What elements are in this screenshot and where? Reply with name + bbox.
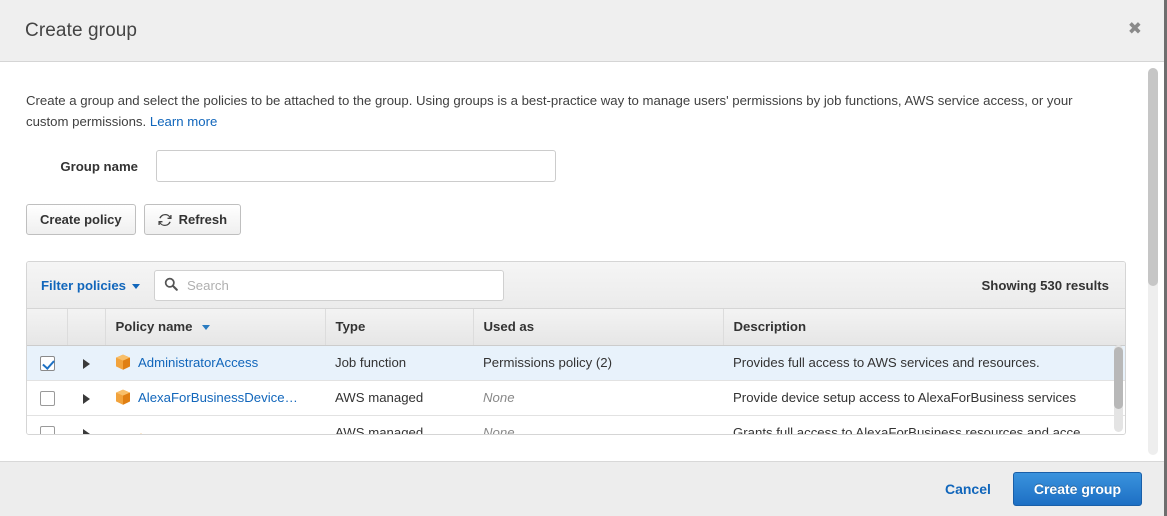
close-icon[interactable]: ✖ (1128, 21, 1142, 38)
column-header-select-all[interactable] (27, 309, 68, 346)
cell-policy-name: AdministratorAccess (105, 345, 325, 381)
policy-name-link[interactable]: AlexaForBusinessDevice… (138, 390, 298, 405)
create-policy-label: Create policy (40, 212, 122, 227)
refresh-button[interactable]: Refresh (143, 204, 242, 235)
modal-footer: Cancel Create group (0, 461, 1164, 516)
filter-policies-label: Filter policies (41, 277, 127, 293)
row-expand-cell[interactable] (67, 380, 105, 416)
row-checkbox[interactable] (39, 390, 55, 406)
table-row[interactable]: AdministratorAccess Job function Permiss… (27, 345, 1125, 381)
modal-scrollbar-thumb[interactable] (1148, 68, 1158, 286)
sort-descending-icon (202, 325, 211, 331)
group-name-row: Group name (26, 150, 1124, 182)
policy-box-icon (138, 433, 144, 434)
table-header-row: Policy name Type Used as Description (27, 309, 1125, 346)
table-row[interactable]: AlexaForBusinessFullAc… AWS managed None… (27, 415, 1125, 434)
create-group-button[interactable]: Create group (1012, 472, 1142, 506)
table-row[interactable]: AlexaForBusinessDevice… AWS managed None… (27, 380, 1125, 416)
create-group-modal: Create group ✖ Create a group and select… (0, 0, 1167, 516)
learn-more-link[interactable]: Learn more (150, 114, 217, 129)
policies-table: Policy name Type Used as Description Adm… (27, 309, 1125, 434)
search-input[interactable] (154, 269, 505, 301)
row-expand-cell[interactable] (67, 345, 105, 381)
page-title: Create group (25, 19, 138, 41)
modal-vertical-scrollbar[interactable] (1148, 68, 1158, 455)
row-checkbox-cell[interactable] (27, 380, 67, 416)
cell-policy-type: Job function (325, 345, 473, 381)
results-count: Showing 530 results (981, 277, 1109, 293)
group-name-input[interactable] (156, 150, 556, 182)
row-checkbox[interactable] (39, 425, 55, 434)
cell-used-as: None (473, 415, 723, 434)
create-policy-button[interactable]: Create policy (26, 204, 136, 235)
policy-box-icon (116, 354, 130, 370)
policies-panel: Filter policies Showing 530 results (26, 261, 1126, 435)
policy-actions-toolbar: Create policy Refresh (26, 204, 1124, 235)
modal-body: Create a group and select the policies t… (0, 62, 1164, 461)
column-header-policy-name[interactable]: Policy name (105, 309, 326, 346)
row-checkbox-cell[interactable] (27, 345, 67, 381)
cell-used-as: None (473, 380, 723, 416)
table-vertical-scrollbar[interactable] (1114, 345, 1123, 432)
column-header-expand (67, 309, 106, 346)
cell-description: Provide device setup access to AlexaForB… (723, 380, 1125, 416)
expand-row-icon[interactable] (82, 393, 90, 404)
cell-policy-name: AlexaForBusinessDevice… (105, 380, 325, 416)
row-checkbox[interactable] (39, 355, 55, 371)
expand-row-icon[interactable] (82, 428, 90, 434)
policies-table-scroll: Policy name Type Used as Description Adm… (27, 309, 1125, 434)
policy-name-link[interactable]: AdministratorAccess (138, 355, 258, 370)
filter-policies-dropdown[interactable]: Filter policies (41, 277, 141, 293)
used-as-none: None (483, 425, 515, 434)
cell-description: Grants full access to AlexaForBusiness r… (723, 415, 1125, 434)
policy-name-link[interactable]: AlexaForBusinessFullAc… (156, 434, 312, 435)
used-as-none: None (483, 390, 515, 405)
column-header-type[interactable]: Type (325, 309, 474, 346)
column-header-used-as[interactable]: Used as (473, 309, 724, 346)
column-header-description[interactable]: Description (723, 309, 1125, 346)
row-checkbox-cell[interactable] (27, 415, 67, 434)
search-box (154, 269, 505, 301)
modal-header: Create group ✖ (0, 0, 1164, 62)
policies-toolbar: Filter policies Showing 530 results (27, 262, 1125, 309)
expand-row-icon[interactable] (82, 358, 90, 369)
intro-text: Create a group and select the policies t… (26, 90, 1110, 132)
refresh-icon (158, 213, 172, 227)
cell-description: Provides full access to AWS services and… (723, 345, 1125, 381)
cell-policy-name: AlexaForBusinessFullAc… (105, 415, 325, 434)
cancel-button[interactable]: Cancel (945, 481, 991, 497)
policy-box-icon (116, 389, 130, 405)
group-name-label: Group name (60, 158, 138, 174)
cell-used-as: Permissions policy (2) (473, 345, 723, 381)
row-expand-cell[interactable] (67, 415, 105, 434)
cell-policy-type: AWS managed (325, 380, 473, 416)
cell-policy-type: AWS managed (325, 415, 473, 434)
column-label-policy-name: Policy name (115, 319, 193, 335)
table-scrollbar-thumb[interactable] (1114, 347, 1123, 409)
refresh-label: Refresh (178, 212, 228, 227)
chevron-down-icon (132, 283, 141, 289)
policies-table-body: AdministratorAccess Job function Permiss… (27, 345, 1125, 434)
